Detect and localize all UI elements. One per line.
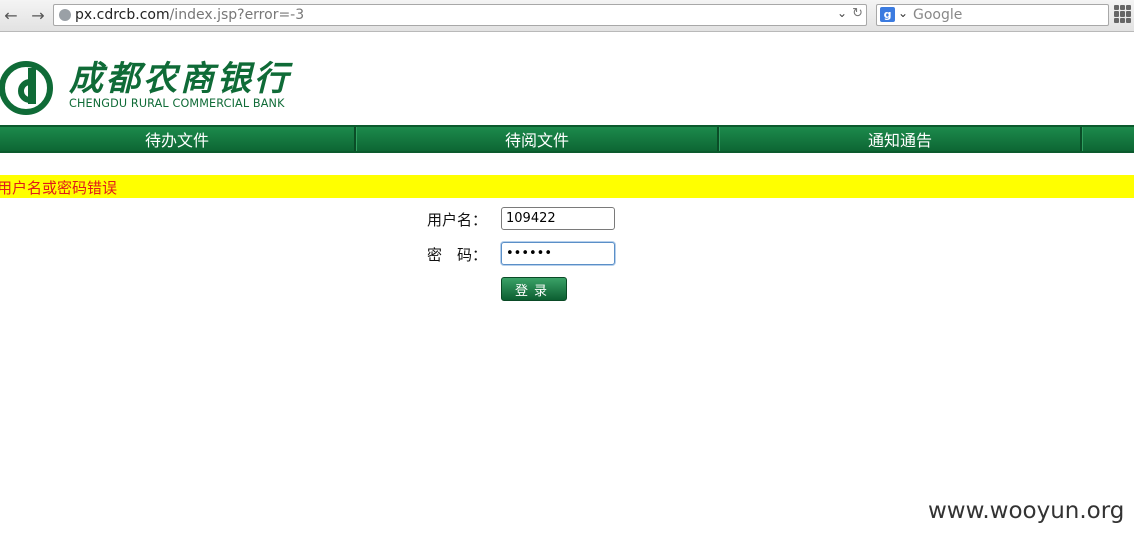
error-message: 用户名或密码错误 (0, 179, 118, 197)
google-icon[interactable]: g (880, 7, 895, 22)
username-input[interactable] (501, 207, 615, 230)
menu-divider (1080, 127, 1083, 151)
watermark: www.wooyun.org (928, 498, 1125, 524)
forward-arrow-icon[interactable]: → (27, 4, 49, 26)
chevron-down-icon[interactable]: ⌄ (898, 6, 908, 20)
login-button[interactable]: 登录 (501, 277, 567, 301)
address-bar[interactable]: px.cdrcb.com/index.jsp?error=-3 ⌄ ↻ (53, 4, 867, 26)
chevron-down-icon[interactable]: ⌄ (837, 6, 847, 20)
url-text[interactable]: px.cdrcb.com/index.jsp?error=-3 (75, 7, 304, 23)
browser-toolbar: ← → px.cdrcb.com/index.jsp?error=-3 ⌄ ↻ … (0, 0, 1134, 32)
menu-item-pending-files[interactable]: 待办文件 (0, 127, 354, 151)
main-menu-bar: 待办文件 待阅文件 通知通告 (0, 125, 1134, 153)
bank-name-english: CHENGDU RURAL COMMERCIAL BANK (69, 97, 285, 110)
addon-icon[interactable] (1114, 5, 1132, 23)
url-domain: px.cdrcb.com (75, 7, 170, 23)
bank-logo-icon (0, 61, 53, 115)
username-label: 用户名： (427, 211, 488, 229)
error-banner: 用户名或密码错误 (0, 175, 1134, 198)
bank-name-chinese: 成都农商银行 (69, 59, 291, 99)
search-bar[interactable]: g ⌄ Google (876, 4, 1109, 26)
menu-item-to-read-files[interactable]: 待阅文件 (357, 127, 717, 151)
reload-icon[interactable]: ↻ (852, 6, 863, 21)
password-input[interactable] (501, 242, 615, 265)
globe-icon (59, 9, 71, 21)
url-path: /index.jsp?error=-3 (169, 7, 305, 23)
password-label: 密 码： (427, 246, 488, 264)
back-arrow-icon[interactable]: ← (0, 4, 22, 26)
menu-item-notices[interactable]: 通知通告 (720, 127, 1080, 151)
search-input[interactable]: Google (913, 7, 962, 23)
